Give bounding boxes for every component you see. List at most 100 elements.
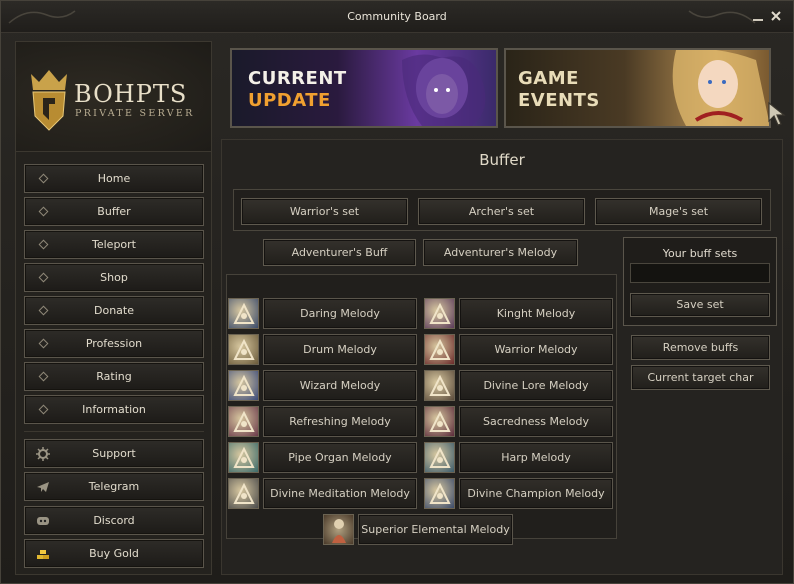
title-bar[interactable]: Community Board (1, 1, 793, 33)
harp-melody-icon[interactable] (424, 442, 455, 473)
diamond-icon (38, 404, 49, 415)
daring-melody-icon[interactable] (228, 298, 259, 329)
discord-label: Discord (93, 514, 135, 527)
close-icon (771, 11, 781, 21)
banner-current-title: CURRENT (248, 68, 347, 89)
skill-glyph-icon (429, 374, 451, 396)
nav-information-button[interactable]: Information (24, 395, 204, 424)
nav-home-button[interactable]: Home (24, 164, 204, 193)
your-buff-sets-label: Your buff sets (662, 247, 738, 260)
remove-buffs-button[interactable]: Remove buffs (631, 335, 770, 360)
close-button[interactable] (769, 9, 783, 23)
skill-button[interactable]: Harp Melody (459, 442, 613, 473)
save-set-button[interactable]: Save set (630, 293, 770, 317)
gold-icon (37, 550, 49, 559)
skill-button[interactable]: Divine Meditation Melody (263, 478, 417, 509)
divine-lore-melody-icon[interactable] (424, 370, 455, 401)
community-board-window: Community Board BOHPTS PRIVATE SERVER Ho… (0, 0, 794, 584)
skill-button[interactable]: Divine Champion Melody (459, 478, 613, 509)
telegram-button[interactable]: Telegram (24, 472, 204, 501)
nav-label: Shop (100, 271, 128, 284)
diamond-icon (38, 272, 49, 283)
logo-subtitle: PRIVATE SERVER (75, 108, 195, 119)
diamond-icon (38, 371, 49, 382)
skill-button[interactable]: Kinght Melody (459, 298, 613, 329)
nav-rating-button[interactable]: Rating (24, 362, 204, 391)
archers-set-button[interactable]: Archer's set (418, 198, 585, 225)
logo-name: BOHPTS (74, 80, 188, 108)
skill-button[interactable]: Pipe Organ Melody (263, 442, 417, 473)
game-events-banner[interactable]: GAME EVENTS (504, 48, 771, 128)
warrior-melody-icon[interactable] (424, 334, 455, 365)
mages-set-button[interactable]: Mage's set (595, 198, 762, 225)
divine-meditation-melody-icon[interactable] (228, 478, 259, 509)
discord-button[interactable]: Discord (24, 506, 204, 535)
adventurers-buff-button[interactable]: Adventurer's Buff (263, 239, 416, 266)
warriors-set-button[interactable]: Warrior's set (241, 198, 408, 225)
skill-glyph-icon (429, 302, 451, 324)
skill-glyph-icon (233, 410, 255, 432)
support-button[interactable]: Support (24, 439, 204, 468)
buy-gold-button[interactable]: Buy Gold (24, 539, 204, 568)
elf-girl-portrait-icon (672, 50, 769, 126)
sidebar-divider (24, 431, 204, 432)
skill-button[interactable]: Wizard Melody (263, 370, 417, 401)
elemental-figure-icon (332, 519, 346, 543)
drum-melody-icon[interactable] (228, 334, 259, 365)
diamond-icon (38, 206, 49, 217)
elf-portrait-icon (402, 54, 486, 126)
telegram-label: Telegram (88, 480, 140, 493)
nav-teleport-button[interactable]: Teleport (24, 230, 204, 259)
skill-glyph-icon (233, 338, 255, 360)
nav-label: Profession (85, 337, 143, 350)
skill-button[interactable]: Divine Lore Melody (459, 370, 613, 401)
divine-champion-melody-icon[interactable] (424, 478, 455, 509)
superior-elemental-melody-button[interactable]: Superior Elemental Melody (358, 514, 513, 545)
server-logo: BOHPTS PRIVATE SERVER (16, 42, 211, 152)
skill-button[interactable]: Warrior Melody (459, 334, 613, 365)
skill-glyph-icon (429, 482, 451, 504)
superior-elemental-melody-icon[interactable] (323, 514, 354, 545)
skill-button[interactable]: Drum Melody (263, 334, 417, 365)
nav-label: Donate (94, 304, 134, 317)
current-update-banner[interactable]: CURRENT UPDATE (230, 48, 498, 128)
discord-icon (37, 517, 49, 525)
adventurers-melody-button[interactable]: Adventurer's Melody (423, 239, 578, 266)
buff-set-name-input[interactable] (630, 263, 770, 283)
current-target-char-button[interactable]: Current target char (631, 365, 770, 390)
minimize-button[interactable] (751, 9, 765, 23)
support-label: Support (92, 447, 136, 460)
banner-update-title: UPDATE (248, 90, 331, 111)
nav-profession-button[interactable]: Profession (24, 329, 204, 358)
nav-label: Teleport (92, 238, 136, 251)
telegram-icon (37, 482, 49, 492)
nav-label: Buffer (97, 205, 131, 218)
minimize-icon (753, 19, 763, 21)
skill-glyph-icon (429, 446, 451, 468)
nav-label: Rating (96, 370, 132, 383)
diamond-icon (38, 305, 49, 316)
skill-glyph-icon (233, 302, 255, 324)
wizard-melody-icon[interactable] (228, 370, 259, 401)
sacredness-melody-icon[interactable] (424, 406, 455, 437)
buy-gold-label: Buy Gold (89, 547, 139, 560)
sidebar: BOHPTS PRIVATE SERVER Home Buffer Telepo… (15, 41, 212, 575)
crown-shield-icon (31, 70, 67, 131)
pipe-organ-melody-icon[interactable] (228, 442, 259, 473)
skill-button[interactable]: Sacredness Melody (459, 406, 613, 437)
banner-events-title: EVENTS (518, 90, 600, 111)
knight-melody-icon[interactable] (424, 298, 455, 329)
skill-glyph-icon (429, 338, 451, 360)
nav-donate-button[interactable]: Donate (24, 296, 204, 325)
window-title: Community Board (347, 10, 447, 23)
skill-glyph-icon (233, 446, 255, 468)
diamond-icon (38, 173, 49, 184)
skill-button[interactable]: Refreshing Melody (263, 406, 417, 437)
nav-label: Information (82, 403, 146, 416)
refreshing-melody-icon[interactable] (228, 406, 259, 437)
skill-button[interactable]: Daring Melody (263, 298, 417, 329)
nav-shop-button[interactable]: Shop (24, 263, 204, 292)
diamond-icon (38, 239, 49, 250)
skill-glyph-icon (233, 374, 255, 396)
nav-buffer-button[interactable]: Buffer (24, 197, 204, 226)
